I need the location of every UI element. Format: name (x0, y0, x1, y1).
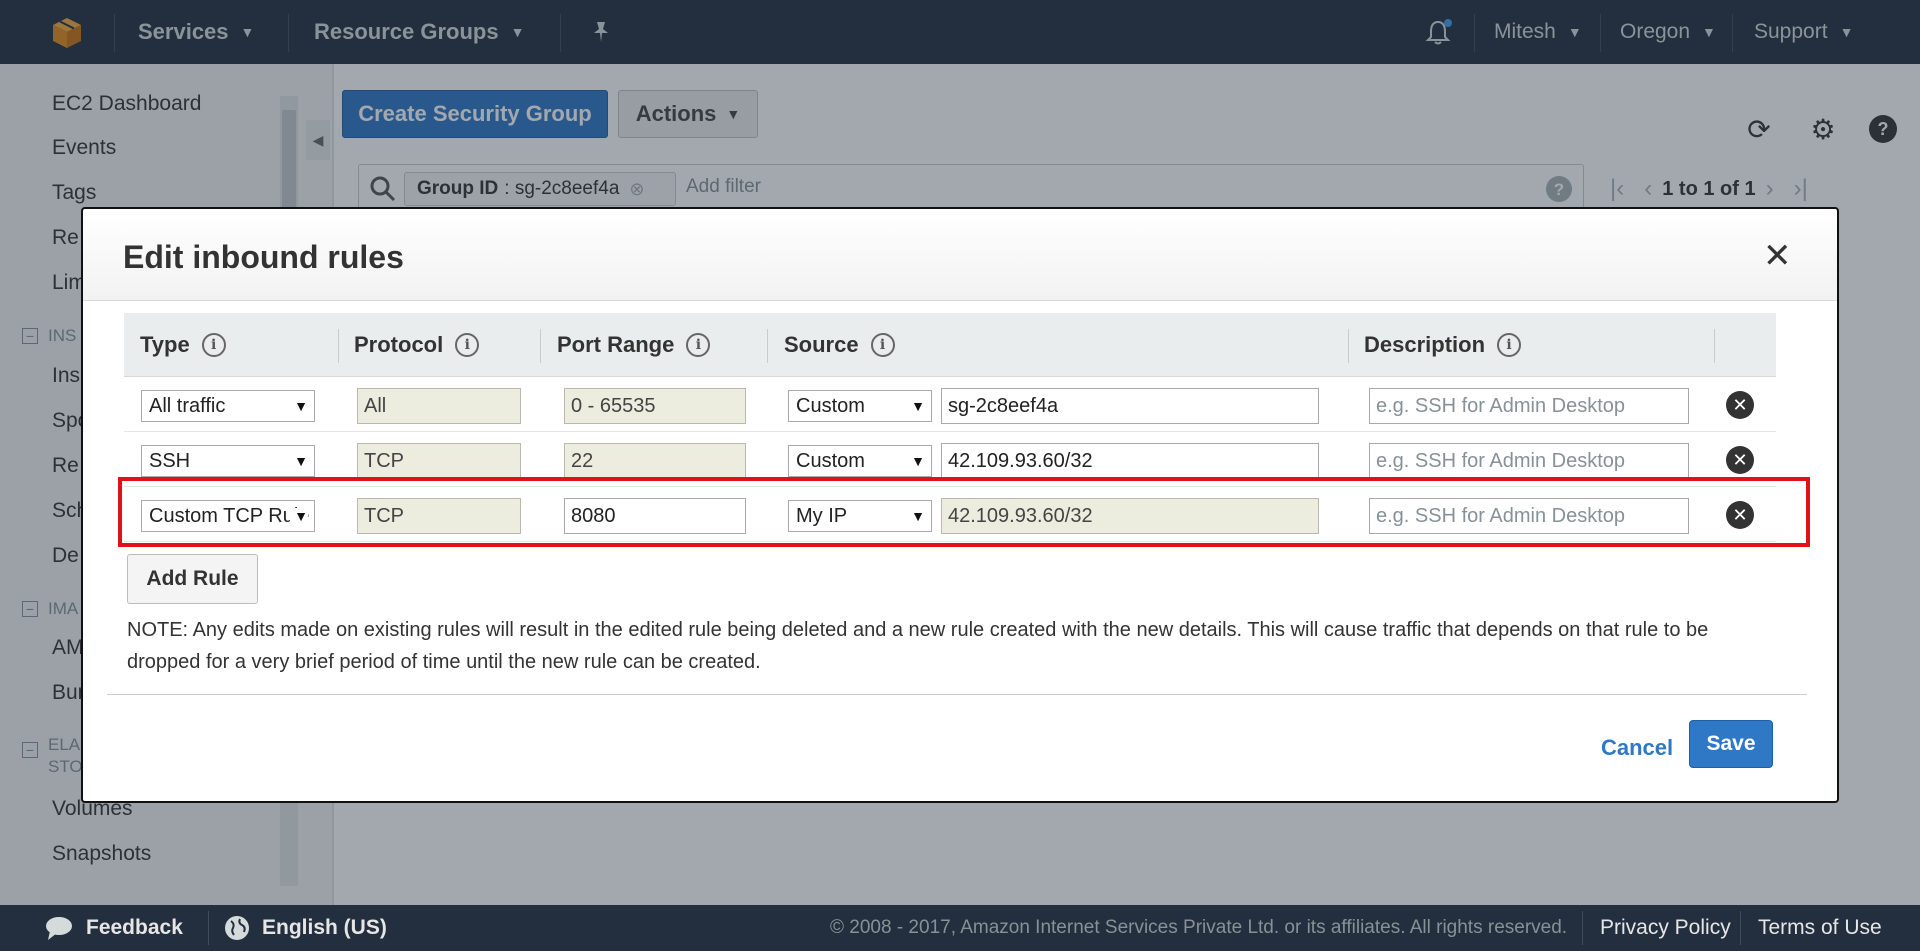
column-header-protocol: Protocol i (354, 313, 480, 377)
column-header-type: Type i (140, 313, 226, 377)
source-type-value: Custom (796, 449, 865, 472)
copyright-text: © 2008 - 2017, Amazon Internet Services … (830, 905, 1567, 951)
dialog-header: Edit inbound rules ✕ (83, 209, 1837, 301)
info-icon[interactable]: i (1497, 333, 1522, 357)
source-input[interactable]: 42.109.93.60/32 (941, 443, 1319, 479)
privacy-policy-link[interactable]: Privacy Policy (1600, 905, 1731, 951)
dropdown-arrow-icon: ▼ (294, 398, 308, 414)
table-header: Type i Protocol i Port Range i Source i Desc… (124, 313, 1776, 377)
feedback-label: Feedback (86, 916, 183, 939)
language-label: English (US) (262, 916, 387, 939)
info-icon[interactable]: i (455, 333, 480, 357)
highlighted-row-annotation (118, 477, 1810, 547)
dropdown-arrow-icon: ▼ (911, 453, 925, 469)
remove-rule-icon[interactable]: ✕ (1726, 391, 1754, 419)
column-label: Protocol (354, 332, 444, 357)
dialog-title: Edit inbound rules (123, 239, 404, 275)
type-select[interactable]: All traffic ▼ (141, 390, 315, 422)
column-divider (1714, 329, 1715, 363)
info-icon[interactable]: i (870, 333, 895, 357)
table-row: All traffic ▼ All 0 - 65535 Custom ▼ sg-2c… (124, 377, 1776, 432)
feedback-button[interactable]: Feedback (44, 905, 183, 951)
console-footer: Feedback English (US) © 2008 - 2017, Ama… (0, 905, 1920, 951)
type-select[interactable]: SSH ▼ (141, 445, 315, 477)
type-value: SSH (149, 449, 191, 472)
column-label: Description (1364, 332, 1486, 357)
column-divider (1348, 329, 1349, 363)
edit-rules-note: NOTE: Any edits made on existing rules w… (127, 619, 1709, 673)
footer-divider (1582, 911, 1583, 945)
language-selector[interactable]: English (US) (224, 905, 387, 951)
source-type-value: Custom (796, 394, 865, 417)
port-range-field: 0 - 65535 (564, 388, 746, 424)
column-header-port-range: Port Range i (557, 313, 711, 377)
speech-bubble-icon (46, 917, 72, 940)
column-divider (540, 329, 541, 363)
info-icon[interactable]: i (686, 333, 711, 357)
cancel-button[interactable]: Cancel (1601, 735, 1673, 761)
close-icon[interactable]: ✕ (1763, 239, 1792, 273)
info-icon[interactable]: i (201, 333, 226, 357)
footer-divider (1740, 911, 1741, 945)
port-range-field: 22 (564, 443, 746, 479)
description-input[interactable]: e.g. SSH for Admin Desktop (1369, 443, 1689, 479)
terms-of-use-link[interactable]: Terms of Use (1758, 905, 1882, 951)
remove-rule-icon[interactable]: ✕ (1726, 446, 1754, 474)
source-input[interactable]: sg-2c8eef4a (941, 388, 1319, 424)
save-button[interactable]: Save (1689, 720, 1773, 768)
column-label: Port Range (557, 332, 675, 357)
globe-icon (225, 916, 249, 940)
dropdown-arrow-icon: ▼ (294, 453, 308, 469)
column-header-source: Source i (784, 313, 895, 377)
footer-divider (208, 911, 209, 945)
column-header-description: Description i (1364, 313, 1522, 377)
add-rule-button[interactable]: Add Rule (127, 554, 258, 604)
type-value: All traffic (149, 394, 226, 417)
protocol-field: TCP (357, 443, 521, 479)
source-type-select[interactable]: Custom ▼ (788, 445, 932, 477)
column-divider (338, 329, 339, 363)
column-label: Type (140, 332, 190, 357)
column-divider (767, 329, 768, 363)
column-label: Source (784, 332, 859, 357)
copyright-label: © 2008 - 2017, Amazon Internet Services … (830, 917, 1568, 938)
dropdown-arrow-icon: ▼ (911, 398, 925, 414)
dialog-footer-divider (107, 694, 1807, 695)
protocol-field: All (357, 388, 521, 424)
source-type-select[interactable]: Custom ▼ (788, 390, 932, 422)
description-input[interactable]: e.g. SSH for Admin Desktop (1369, 388, 1689, 424)
